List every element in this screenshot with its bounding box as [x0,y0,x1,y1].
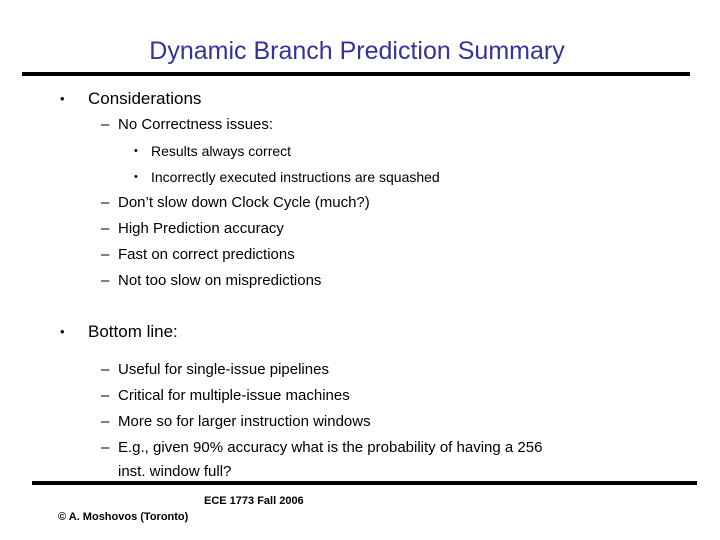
bullet-text: Incorrectly executed instructions are sq… [151,169,440,185]
bullet-marker-icon: • [60,91,65,106]
bullet-item-level2: – Not too slow on mispredictions [0,268,720,294]
dash-marker-icon: – [101,413,110,430]
bullet-text: Fast on correct predictions [118,246,295,263]
dash-marker-icon: – [101,194,110,211]
footer-course-label: ECE 1773 Fall 2006 [204,495,304,507]
bullet-item-level3: • Results always correct [0,138,720,164]
bullet-item-level2: – Don’t slow down Clock Cycle (much?) [0,190,720,216]
bullet-text: E.g., given 90% accuracy what is the pro… [118,439,543,456]
dash-marker-icon: – [101,116,110,133]
bullet-text-continuation: inst. window full? [0,461,720,482]
subsection-spacer [0,345,720,357]
dash-marker-icon: – [101,387,110,404]
bullet-item-level2: – No Correctness issues: [0,112,720,138]
bullet-item-level2: – High Prediction accuracy [0,216,720,242]
dash-marker-icon: – [101,246,110,263]
bullet-item-level2: – Critical for multiple-issue machines [0,383,720,409]
bullet-marker-icon: • [60,324,65,339]
bullet-text: Critical for multiple-issue machines [118,387,350,404]
dash-marker-icon: – [101,220,110,237]
bullet-text: No Correctness issues: [118,116,274,133]
title-divider-rule [22,72,690,76]
bullet-text: Don’t slow down Clock Cycle (much?) [118,194,370,211]
bullet-item-level1: • Bottom line: [0,319,720,345]
bullet-text: Results always correct [151,143,292,159]
bullet-text: Not too slow on mispredictions [118,272,322,289]
sub-bullet-marker-icon: • [134,145,138,157]
bullet-item-level1: • Considerations [0,86,720,112]
bullet-text: Considerations [88,89,202,108]
dash-marker-icon: – [101,361,110,378]
bullet-item-level2: – Useful for single-issue pipelines [0,357,720,383]
bullet-item-level3: • Incorrectly executed instructions are … [0,164,720,190]
bullet-text: Useful for single-issue pipelines [118,361,329,378]
bullet-text: Bottom line: [88,322,178,341]
slide: Dynamic Branch Prediction Summary • Cons… [0,0,720,540]
bullet-item-level2: – More so for larger instruction windows [0,409,720,435]
footer-copyright-label: © A. Moshovos (Toronto) [58,511,189,523]
bullet-item-level2: – E.g., given 90% accuracy what is the p… [0,435,720,461]
bullet-text: More so for larger instruction windows [118,413,371,430]
footer-divider-rule [32,481,697,485]
dash-marker-icon: – [101,272,110,289]
bullet-item-level2: – Fast on correct predictions [0,242,720,268]
dash-marker-icon: – [101,439,110,456]
page-title: Dynamic Branch Prediction Summary [149,37,565,65]
slide-body: • Considerations – No Correctness issues… [0,86,720,482]
sub-bullet-marker-icon: • [134,171,138,183]
bullet-text: inst. window full? [118,463,232,480]
bullet-text: High Prediction accuracy [118,220,284,237]
